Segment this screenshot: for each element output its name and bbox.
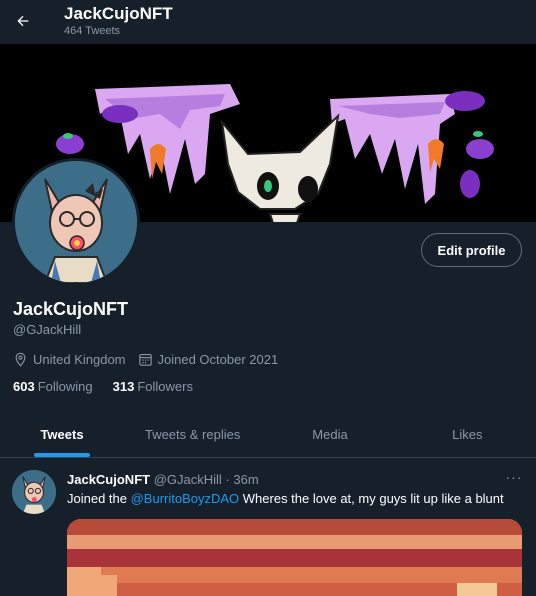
tab-label: Media [312,427,348,442]
following-link[interactable]: 603 Following [13,379,93,394]
tab-tweets-and-replies[interactable]: Tweets & replies [124,412,261,457]
location-text: United Kingdom [33,351,126,367]
profile-tabs: Tweets Tweets & replies Media Likes [0,412,536,458]
edit-profile-button[interactable]: Edit profile [421,233,522,267]
arrow-left-icon [17,15,29,27]
location-pin-icon [15,352,26,367]
tab-likes[interactable]: Likes [399,412,536,457]
calendar-icon [138,353,152,366]
tweet-separator: · [225,472,230,487]
tweet-text: Joined the @BurritoBoyzDAO Wheres the lo… [67,491,504,506]
tweet-media[interactable] [67,519,522,596]
tweet-count: 464 Tweets [64,25,121,37]
tweet-text-end: Wheres the love at, my guys lit up like … [239,491,504,506]
tweet-header: JackCujoNFT @GJackHill · 36m [67,472,259,487]
back-button[interactable] [8,6,38,36]
joined-date: Joined October 2021 [138,351,279,367]
avatar-image [15,161,137,283]
following-count: 603 [13,379,35,394]
tab-label: Likes [452,427,483,442]
followers-label: Followers [137,379,193,394]
tweet-text-start: Joined the [67,491,131,506]
header-title: JackCujoNFT [64,4,173,23]
tweet-mention[interactable]: @BurritoBoyzDAO [131,491,240,506]
tab-tweets[interactable]: Tweets [0,412,124,457]
tweet-author-handle[interactable]: @GJackHill [154,472,222,487]
tweet-time[interactable]: 36m [233,472,258,487]
following-label: Following [37,379,93,394]
tab-label: Tweets [40,427,84,442]
tweet[interactable]: JackCujoNFT @GJackHill · 36m ··· Joined … [0,459,536,596]
active-tab-indicator [34,453,90,457]
followers-count: 313 [112,379,135,394]
followers-link[interactable]: 313 Followers [113,379,193,394]
profile-handle: @GJackHill [13,322,82,337]
location: United Kingdom [13,352,126,367]
tweet-author-name[interactable]: JackCujoNFT [67,472,150,487]
profile-display-name: JackCujoNFT [13,299,129,319]
profile-avatar[interactable] [12,158,140,286]
tab-label: Tweets & replies [144,427,241,442]
tweet-avatar[interactable] [12,470,56,514]
tab-media[interactable]: Media [261,412,398,457]
follow-stats: 603 Following 313 Followers [13,379,213,394]
profile-meta: United Kingdom Joined October 2021 [13,350,290,368]
profile-header: JackCujoNFT 464 Tweets [0,0,536,44]
joined-text: Joined October 2021 [157,351,279,367]
more-options-icon[interactable]: ··· [504,469,524,487]
